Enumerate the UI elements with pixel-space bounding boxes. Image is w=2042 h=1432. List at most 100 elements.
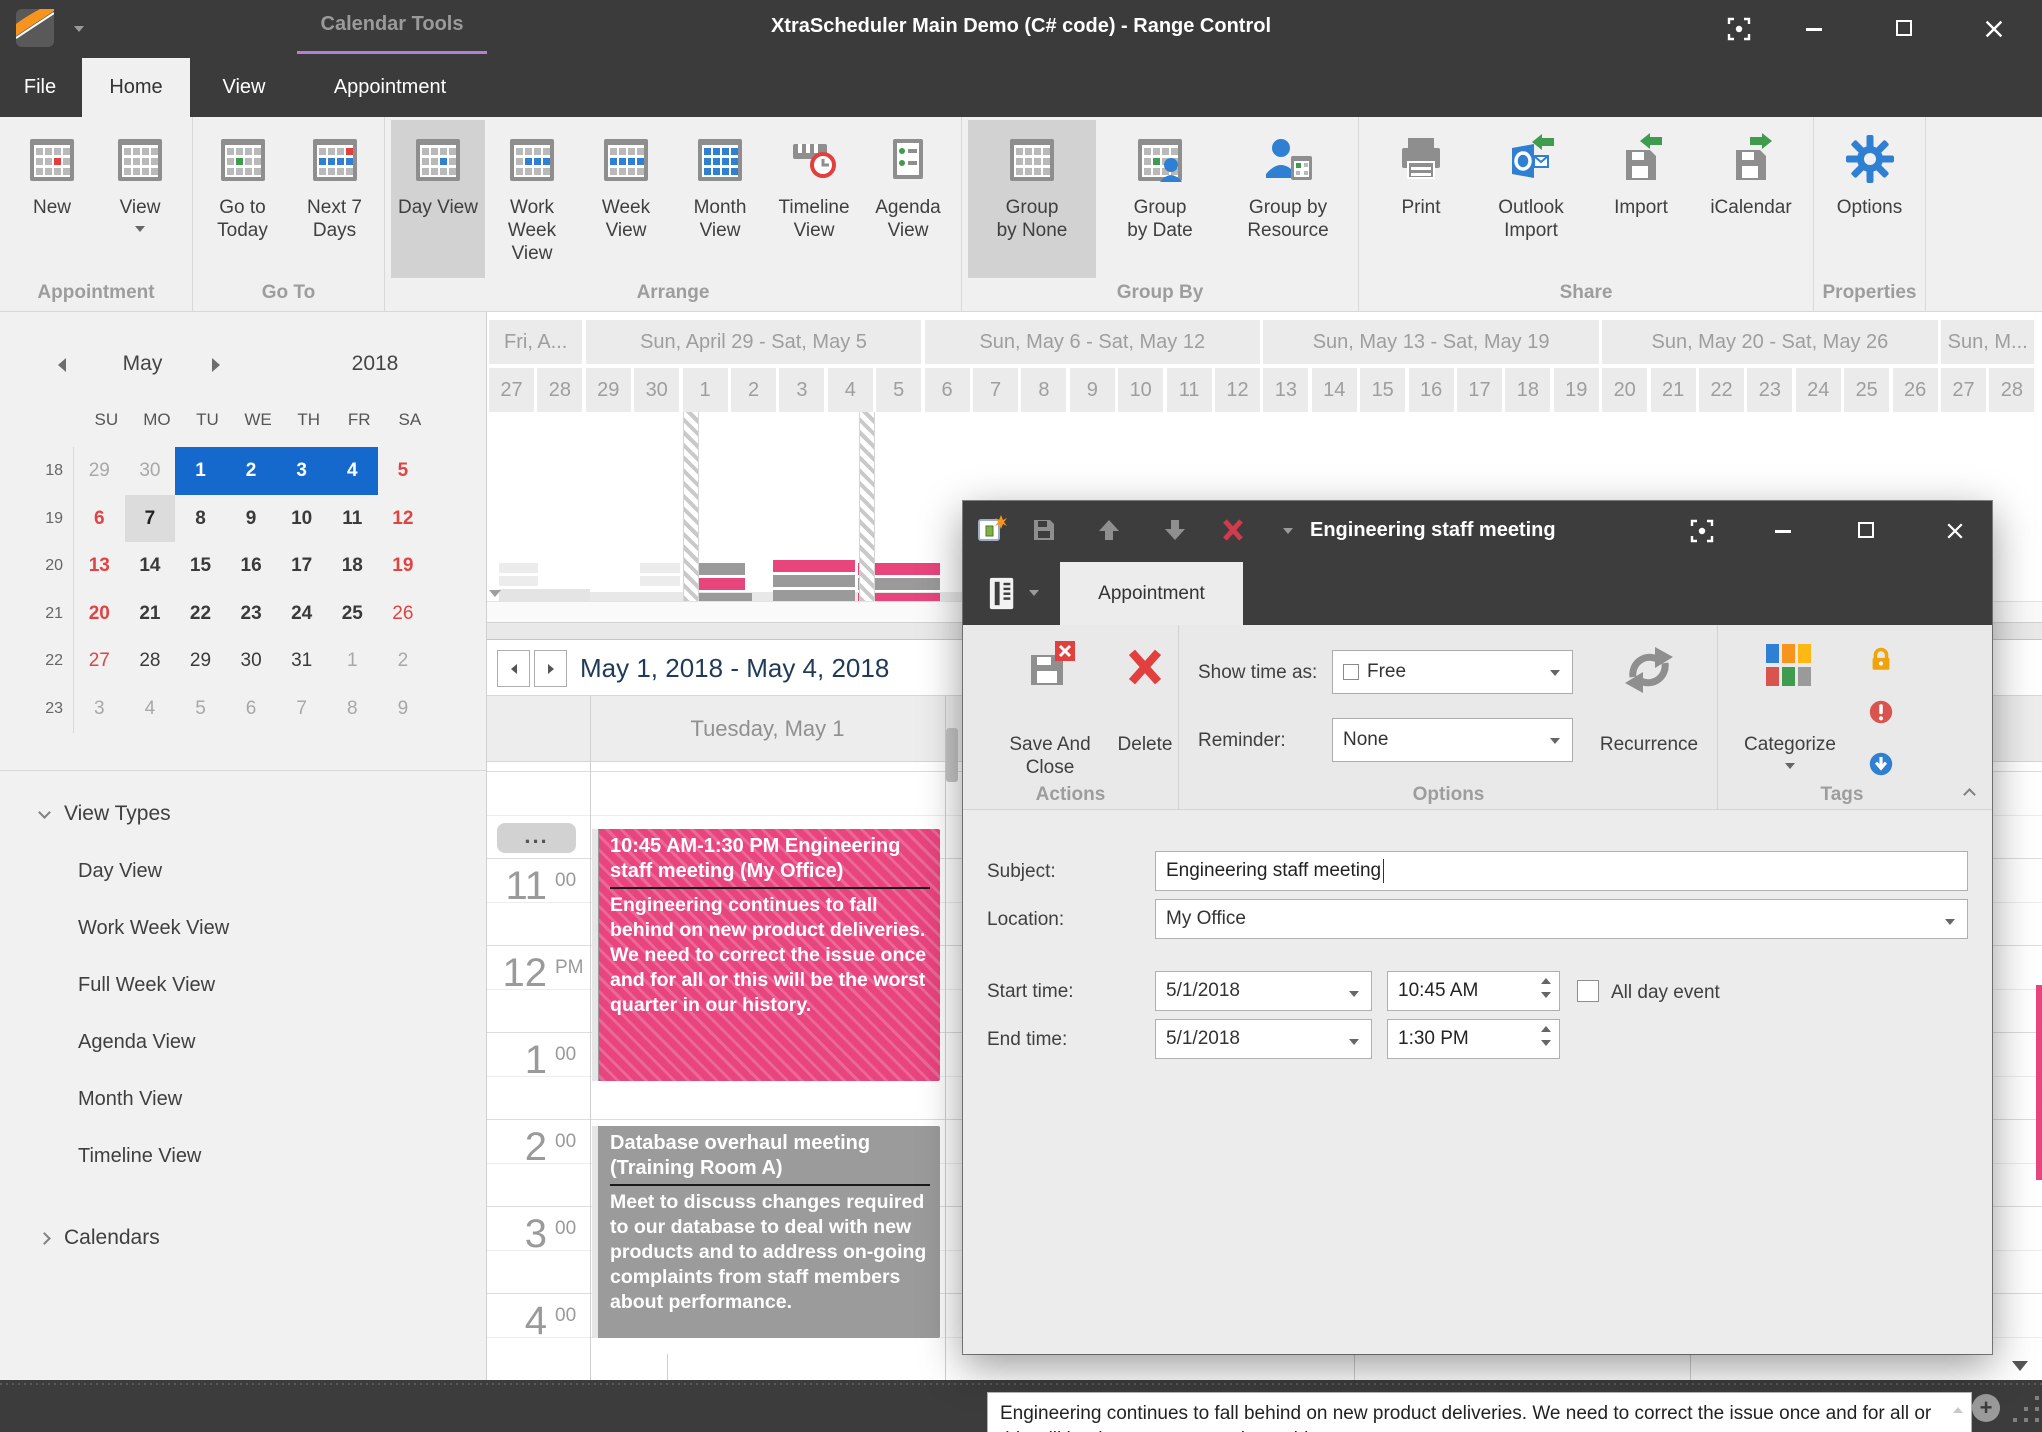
ribbon-button-agenda-view[interactable]: Agenda View bbox=[861, 120, 955, 278]
ribbon-button-day-view[interactable]: Day View bbox=[391, 120, 485, 278]
range-selection-left-thumb[interactable] bbox=[683, 412, 699, 601]
ribbon-button-group-by-resource[interactable]: Group by Resource bbox=[1224, 120, 1352, 278]
prev-month-icon[interactable] bbox=[58, 358, 66, 372]
reminder-dropdown[interactable]: None bbox=[1332, 718, 1573, 762]
calendar-day-cell[interactable]: 1 bbox=[175, 447, 226, 495]
range-day-cell[interactable]: 28 bbox=[1989, 368, 2035, 412]
ribbon-button-timeline-view[interactable]: Timeline View bbox=[767, 120, 861, 278]
location-field[interactable]: My Office bbox=[1155, 899, 1968, 939]
subject-field[interactable]: Engineering staff meeting bbox=[1155, 851, 1968, 891]
range-day-cell[interactable]: 10 bbox=[1118, 368, 1164, 412]
calendar-day-cell[interactable]: 21 bbox=[125, 590, 176, 638]
spin-up-icon[interactable] bbox=[1541, 1026, 1551, 1032]
start-date-picker[interactable]: 5/1/2018 bbox=[1155, 971, 1372, 1011]
delete-quick-icon[interactable] bbox=[1220, 517, 1246, 548]
calendar-day-cell[interactable]: 6 bbox=[226, 685, 277, 733]
ribbon-button-group-by-date[interactable]: Group by Date bbox=[1096, 120, 1224, 278]
range-day-cell[interactable]: 20 bbox=[1602, 368, 1648, 412]
range-day-cell[interactable]: 29 bbox=[585, 368, 631, 412]
delete-icon[interactable] bbox=[1123, 645, 1167, 689]
calendar-day-cell[interactable]: 9 bbox=[226, 495, 277, 543]
ribbon-button-group-by-none[interactable]: Group by None bbox=[968, 120, 1096, 278]
range-day-cell[interactable]: 19 bbox=[1553, 368, 1599, 412]
view-types-header[interactable]: View Types bbox=[64, 802, 171, 826]
ribbon-button-print[interactable]: Print bbox=[1366, 120, 1476, 278]
calendar-day-cell[interactable]: 29 bbox=[175, 637, 226, 685]
spin-down-icon[interactable] bbox=[1541, 1040, 1551, 1046]
sidebar-item-month-view[interactable]: Month View bbox=[78, 1088, 378, 1128]
dialog-close-button[interactable] bbox=[1944, 520, 1966, 547]
ribbon-button-week-view[interactable]: Week View bbox=[579, 120, 673, 278]
calendar-day-cell[interactable]: 20 bbox=[74, 590, 125, 638]
ribbon-button-work-week-view[interactable]: Work Week View bbox=[485, 120, 579, 278]
ribbon-button-options[interactable]: Options bbox=[1818, 120, 1922, 278]
ribbon-button-month-view[interactable]: Month View bbox=[673, 120, 767, 278]
all-day-checkbox[interactable] bbox=[1577, 980, 1599, 1002]
calendar-day-cell[interactable]: 26 bbox=[378, 590, 429, 638]
range-week-header[interactable]: Sun, M... bbox=[1941, 320, 2035, 364]
calendar-day-cell[interactable]: 19 bbox=[378, 542, 429, 590]
tab-view[interactable]: View bbox=[202, 58, 286, 117]
calendar-day-cell[interactable]: 5 bbox=[175, 685, 226, 733]
range-day-cell[interactable]: 27 bbox=[489, 368, 534, 412]
range-week-header[interactable]: Sun, May 6 - Sat, May 12 bbox=[924, 320, 1260, 364]
recurrence-icon[interactable] bbox=[1622, 643, 1676, 697]
sidebar-item-day-view[interactable]: Day View bbox=[78, 860, 378, 900]
minimize-button[interactable] bbox=[1806, 28, 1822, 31]
private-lock-icon[interactable] bbox=[1867, 646, 1895, 674]
range-week-header[interactable]: Sun, May 20 - Sat, May 26 bbox=[1602, 320, 1938, 364]
calendar-day-cell[interactable]: 8 bbox=[327, 685, 378, 733]
dialog-focus-icon[interactable] bbox=[1689, 518, 1715, 549]
dialog-ribbon-collapse-icon[interactable] bbox=[1963, 788, 1976, 801]
appointment-database-overhaul-meeting[interactable]: Database overhaul meeting (Training Room… bbox=[592, 1126, 940, 1338]
range-day-cell[interactable]: 16 bbox=[1408, 368, 1454, 412]
sidebar-item-work-week-view[interactable]: Work Week View bbox=[78, 917, 378, 957]
delete-button[interactable]: Delete bbox=[1105, 733, 1185, 756]
dialog-minimize-button[interactable] bbox=[1775, 530, 1791, 533]
calendar-day-cell[interactable]: 23 bbox=[226, 590, 277, 638]
range-day-cell[interactable]: 9 bbox=[1069, 368, 1115, 412]
range-day-cell[interactable]: 11 bbox=[1166, 368, 1212, 412]
calendar-day-cell[interactable]: 30 bbox=[125, 447, 176, 495]
calendar-day-cell[interactable]: 1 bbox=[327, 637, 378, 685]
calendar-day-cell[interactable]: 24 bbox=[276, 590, 327, 638]
calendar-day-cell[interactable]: 7 bbox=[276, 685, 327, 733]
range-day-cell[interactable]: 17 bbox=[1457, 368, 1502, 412]
zoom-in-button[interactable]: + bbox=[1972, 1394, 2000, 1422]
new-appointment-icon[interactable] bbox=[977, 514, 1007, 549]
ribbon-button-go-to-today[interactable]: Go to Today bbox=[197, 120, 289, 278]
date-navigator-month[interactable]: May bbox=[95, 352, 190, 376]
calendar-day-cell[interactable]: 25 bbox=[327, 590, 378, 638]
calendar-day-cell[interactable]: 2 bbox=[225, 447, 277, 495]
range-day-cell[interactable]: 5 bbox=[876, 368, 922, 412]
ribbon-button-import[interactable]: Import bbox=[1586, 120, 1696, 278]
calendar-day-cell[interactable]: 31 bbox=[276, 637, 327, 685]
scheduler-next-button[interactable] bbox=[534, 650, 567, 687]
next-appointment-icon[interactable] bbox=[2012, 1358, 2028, 1376]
range-day-cell[interactable]: 14 bbox=[1311, 368, 1357, 412]
calendar-day-cell[interactable]: 12 bbox=[378, 495, 429, 543]
calendar-day-cell[interactable]: 8 bbox=[175, 495, 226, 543]
end-time-spinner[interactable]: 1:30 PM bbox=[1387, 1019, 1560, 1059]
range-day-cell[interactable]: 28 bbox=[537, 368, 583, 412]
sidebar-item-timeline-view[interactable]: Timeline View bbox=[78, 1145, 378, 1185]
calendar-day-cell[interactable]: 13 bbox=[74, 542, 125, 590]
calendar-day-cell[interactable]: 7 bbox=[124, 494, 176, 543]
day-column-header[interactable]: Tuesday, May 1 bbox=[590, 696, 945, 761]
range-day-cell[interactable]: 30 bbox=[634, 368, 680, 412]
calendar-day-cell[interactable]: 18 bbox=[327, 542, 378, 590]
categorize-icon[interactable] bbox=[1763, 639, 1817, 693]
dialog-tab-appointment[interactable]: Appointment bbox=[1060, 562, 1243, 625]
maximize-button[interactable] bbox=[1896, 20, 1912, 36]
ribbon-button-view[interactable]: View bbox=[96, 120, 184, 278]
scheduler-scrollbar-thumb[interactable] bbox=[946, 728, 958, 782]
start-time-spinner[interactable]: 10:45 AM bbox=[1387, 971, 1560, 1011]
appointment-engineering-staff-meeting[interactable]: 10:45 AM-1:30 PM Engineering staff meeti… bbox=[592, 829, 940, 1081]
spin-up-icon[interactable] bbox=[1541, 978, 1551, 984]
close-button[interactable] bbox=[1982, 17, 2006, 46]
scheduler-prev-button[interactable] bbox=[497, 650, 530, 687]
range-day-cell[interactable]: 15 bbox=[1360, 368, 1406, 412]
calendar-day-cell[interactable]: 28 bbox=[125, 637, 176, 685]
move-up-icon[interactable] bbox=[1096, 517, 1122, 548]
calendar-day-cell[interactable]: 15 bbox=[175, 542, 226, 590]
